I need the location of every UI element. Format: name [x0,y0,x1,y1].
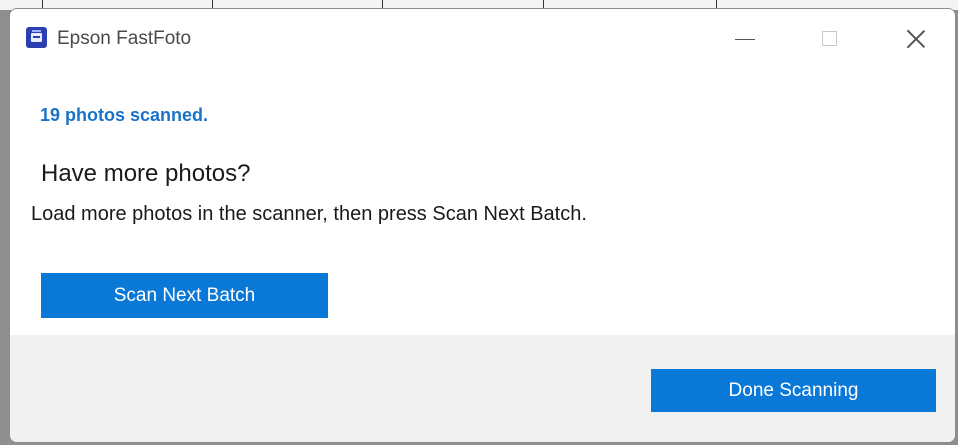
close-icon [906,29,926,49]
more-photos-heading: Have more photos? [41,160,251,187]
minimize-button[interactable] [724,23,770,55]
dialog-window: Epson FastFoto 19 photos scanned. Have m… [9,8,956,443]
minimize-icon [735,39,755,40]
maximize-icon [822,31,837,46]
window-title: Epson FastFoto [57,28,192,49]
scan-status-text: 19 photos scanned. [40,105,209,125]
scanner-icon [26,27,47,48]
instruction-text: Load more photos in the scanner, then pr… [31,203,587,225]
scan-next-batch-button[interactable]: Scan Next Batch [41,273,328,318]
title-bar[interactable]: Epson FastFoto [10,9,955,71]
close-button[interactable] [892,23,938,55]
maximize-button [810,23,856,55]
done-scanning-button[interactable]: Done Scanning [651,369,936,412]
